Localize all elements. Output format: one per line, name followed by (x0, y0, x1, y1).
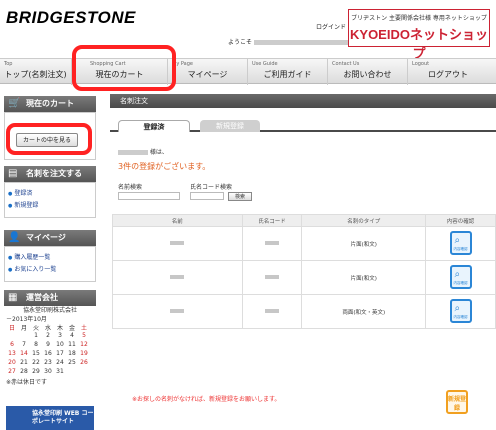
sidebar-link-registered[interactable]: 登録済 (8, 188, 32, 197)
new-registration-notice: ※お探しの名刺がなければ、新規登録をお願いします。 (132, 396, 281, 403)
search-code-input[interactable] (190, 192, 224, 200)
table-header-row: 名前 氏名コード 名刺のタイプ 内容の確認 (112, 214, 496, 227)
sidebar-link-purchase-history[interactable]: 購入履歴一覧 (8, 252, 50, 261)
column-header: 内容の確認 (425, 214, 496, 227)
confirm-content-icon[interactable]: ⌕ 内容確認 (449, 264, 472, 289)
cart-heading: 🛒 現在のカート (4, 96, 96, 112)
confirm-content-icon[interactable]: ⌕ 内容確認 (449, 230, 472, 255)
code-cell (241, 226, 303, 261)
registration-count: 3件の登録がございます。 (118, 162, 211, 171)
results-table: 名前 氏名コード 名刺のタイプ 内容の確認 片面(和文) ⌕ 内容確認 片面(和文… (112, 214, 496, 329)
new-registration-button[interactable]: 新規登録 (446, 390, 468, 414)
column-header: 氏名コード (241, 214, 303, 227)
main-content: 名刺注文 登録済 新規登録 様は、 3件の登録がございます。 名前検索 氏名コー… (110, 94, 496, 430)
calendar-week: 27 28 29 30 31 (8, 368, 64, 375)
sidebar-link-new-registration[interactable]: 新規登録 (8, 200, 38, 209)
redacted-user-name (118, 150, 148, 155)
welcome-text: ようこそ (228, 37, 354, 46)
search-code-label: 氏名コード検索 (190, 184, 233, 191)
sidebar-link-favorites[interactable]: お気に入り一覧 (8, 264, 56, 273)
nav-use-guide[interactable]: Use Guide ご利用ガイド (248, 59, 328, 85)
table-row: 片面(和文) ⌕ 内容確認 (112, 260, 496, 295)
type-cell: 片面(和文) (301, 226, 427, 261)
search-name-input[interactable] (118, 192, 180, 200)
confirm-cell: ⌕ 内容確認 (425, 294, 496, 329)
calendar-month: －2013年10月 (6, 316, 47, 323)
brand-logo[interactable]: BRIDGESTONE (6, 8, 136, 28)
type-cell: 片面(和文) (301, 260, 427, 295)
company-name: 協永堂印刷株式会社 (22, 307, 77, 314)
calendar-week: 13 14 15 16 17 18 19 (8, 350, 88, 357)
cart-icon: 🛒 (8, 98, 21, 109)
corporate-site-button[interactable]: 協永堂印刷 WEB コーポレートサイト (6, 406, 94, 430)
registration-tabs: 登録済 新規登録 (110, 120, 496, 132)
nav-top[interactable]: Top トップ(名刺注文) (0, 59, 72, 85)
type-cell: 両面(和文・英文) (301, 294, 427, 329)
column-header: 名前 (112, 214, 243, 227)
calendar-week: 1 2 3 4 5 (34, 332, 86, 339)
search-name-label: 名前検索 (118, 184, 143, 191)
redacted-user-name (253, 40, 354, 45)
name-cell (112, 294, 243, 329)
code-cell (241, 294, 303, 329)
company-heading: ▦ 運営会社 (4, 290, 96, 306)
calendar-note: ※赤は休日です (6, 379, 48, 386)
confirm-cell: ⌕ 内容確認 (425, 226, 496, 261)
login-link[interactable]: ログインド (316, 22, 346, 31)
nav-logout[interactable]: Logout ログアウト (408, 59, 488, 85)
search-button[interactable]: 検索 (228, 192, 252, 201)
highlight-cart-button (6, 123, 92, 155)
shop-subtitle: ブリヂストン 主要関係会社様 専用ネットショップ (351, 15, 487, 22)
tab-registered[interactable]: 登録済 (118, 120, 190, 132)
calendar-week: 20 21 22 23 24 25 26 (8, 359, 88, 366)
header: BRIDGESTONE ログインド ようこそ ブリヂストン 主要関係会社様 専用… (0, 0, 496, 61)
confirm-cell: ⌕ 内容確認 (425, 260, 496, 295)
greeting-text: 様は、 (118, 147, 168, 156)
card-icon: ▤ (8, 168, 18, 179)
name-cell (112, 226, 243, 261)
tab-new-registration[interactable]: 新規登録 (200, 120, 260, 132)
name-cell (112, 260, 243, 295)
mypage-heading: 👤 マイページ (4, 230, 96, 246)
nav-contact-us[interactable]: Contact Us お問い合わせ (328, 59, 408, 85)
shop-banner[interactable]: ブリヂストン 主要関係会社様 専用ネットショップ KYOEIDOネットショップ (348, 9, 490, 61)
calendar-weekdays: 日 月 火 水 木 金 土 (8, 325, 87, 332)
confirm-content-icon[interactable]: ⌕ 内容確認 (449, 298, 472, 323)
code-cell (241, 260, 303, 295)
highlight-nav-cart (72, 45, 176, 91)
user-icon: 👤 (8, 232, 21, 243)
nav-my-page[interactable]: My Page マイページ (168, 59, 248, 85)
shop-title: KYOEIDOネットショップ (350, 27, 488, 61)
column-header: 名刺のタイプ (301, 214, 427, 227)
table-row: 片面(和文) ⌕ 内容確認 (112, 226, 496, 261)
page: BRIDGESTONE ログインド ようこそ ブリヂストン 主要関係会社様 専用… (0, 0, 496, 430)
calendar-week: 6 7 8 9 10 11 12 (10, 341, 88, 348)
order-heading: ▤ 名刺を注文する (4, 166, 96, 182)
page-title: 名刺注文 (110, 94, 496, 108)
building-icon: ▦ (8, 292, 18, 303)
business-calendar: 協永堂印刷株式会社 －2013年10月 日 月 火 水 木 金 土 1 2 3 … (6, 305, 94, 386)
table-row: 両面(和文・英文) ⌕ 内容確認 (112, 294, 496, 329)
